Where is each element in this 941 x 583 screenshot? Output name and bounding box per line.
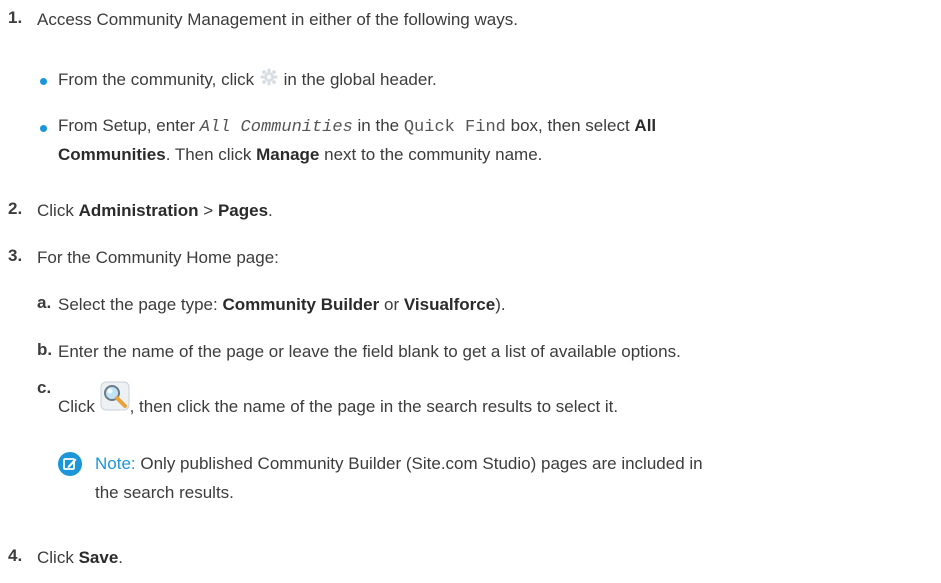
note-label: Note: — [95, 454, 136, 473]
bold-save: Save — [78, 548, 119, 567]
step-4-post: . — [118, 548, 124, 567]
substep-a-post: ). — [495, 295, 506, 314]
bold-visualforce: Visualforce — [403, 295, 496, 314]
substep-letter: a. — [37, 293, 52, 312]
bold-community-builder: Community Builder — [222, 295, 380, 314]
step-4-pre: Click — [37, 548, 74, 567]
note-text: Only published Community Builder (Site.c… — [140, 454, 703, 473]
bullet-2-text: From Setup, enter — [58, 116, 196, 135]
step-3-text: For the Community Home page: — [37, 248, 279, 267]
step-2-post: . — [268, 201, 273, 220]
bullet-icon — [40, 125, 47, 132]
step-4-text: Click Save. — [37, 546, 123, 570]
step-2-pre: Click — [37, 201, 74, 220]
bold-manage: Manage — [256, 145, 320, 164]
bold-communities: Communities — [58, 145, 166, 164]
bullet-2-line-2: Communities. Then click Manage next to t… — [58, 143, 542, 167]
bullet-2-text: next to the community name. — [324, 145, 543, 164]
substep-a-text: Select the page type: Community Builder … — [58, 293, 506, 317]
substep-b-text: Enter the name of the page or leave the … — [58, 342, 681, 361]
lookup-search-icon — [100, 381, 130, 418]
note-line-2: the search results. — [95, 483, 234, 502]
bullet-1-post: in the global header. — [283, 69, 437, 89]
substep-a-mid: or — [384, 295, 400, 314]
bullet-icon — [40, 78, 47, 85]
step-2-text: Click Administration > Pages. — [37, 199, 273, 223]
bullet-2-text: box, then select — [510, 116, 630, 135]
bullet-1-text: From the community, click in the global … — [58, 67, 437, 94]
substep-c-post: , then click the name of the page in the… — [129, 397, 619, 416]
bold-pages: Pages — [217, 201, 269, 220]
code-all-communities: All Communities — [199, 118, 353, 137]
bold-all: All — [634, 116, 657, 135]
step-number: 3. — [8, 246, 23, 265]
substep-c-pre: Click — [58, 397, 95, 416]
bullet-1-pre: From the community, click — [58, 69, 255, 89]
gear-icon — [259, 67, 279, 94]
substep-c-text: Click , then click the name of the page … — [58, 381, 619, 419]
step-1-text: Access Community Management in either of… — [37, 10, 518, 29]
code-quick-find: Quick Find — [403, 118, 506, 137]
bold-administration: Administration — [78, 201, 199, 220]
step-2-sep: > — [203, 201, 214, 220]
step-number: 1. — [8, 8, 23, 27]
note-edit-icon — [58, 452, 82, 481]
bullet-2-text: . Then click — [165, 145, 252, 164]
bullet-2-text: in the — [357, 116, 400, 135]
substep-letter: c. — [37, 378, 52, 397]
step-number: 2. — [8, 199, 23, 218]
instruction-document: 1. Access Community Management in either… — [0, 0, 941, 583]
step-number: 4. — [8, 546, 23, 565]
substep-a-pre: Select the page type: — [58, 295, 218, 314]
note-line-1: Note: Only published Community Builder (… — [95, 452, 703, 476]
substep-letter: b. — [37, 340, 53, 359]
bullet-2-line-1: From Setup, enter All Communities in the… — [58, 114, 656, 140]
